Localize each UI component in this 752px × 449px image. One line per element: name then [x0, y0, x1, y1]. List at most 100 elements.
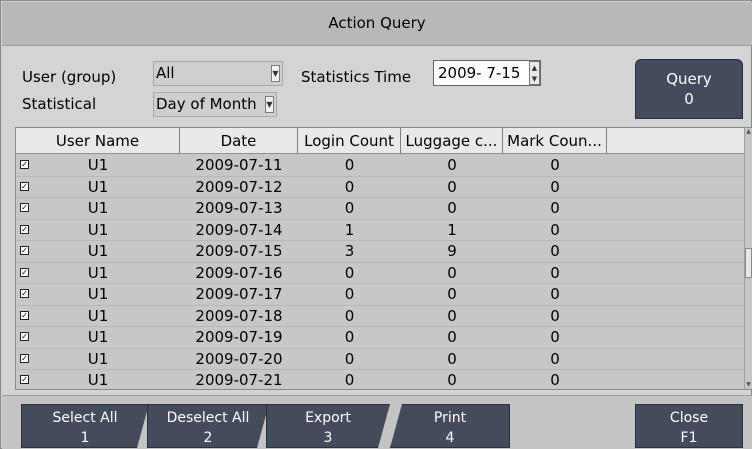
- cell-luggage-count: 9: [447, 242, 457, 260]
- table-row[interactable]: ✓ U1 2009-07-17 0 0 0: [16, 284, 746, 306]
- table-row[interactable]: ✓ U1 2009-07-11 0 0 0: [16, 155, 746, 177]
- cell-user-name: U1: [87, 220, 109, 239]
- table-row[interactable]: ✓ U1 2009-07-18 0 0 0: [16, 306, 746, 327]
- cell-date: 2009-07-17: [195, 285, 283, 303]
- column-header-mark-count[interactable]: Mark Coun...: [503, 128, 607, 154]
- cell-mark-count: 0: [550, 156, 560, 174]
- export-key: 3: [323, 430, 333, 446]
- statistical-value: Day of Month: [156, 95, 257, 113]
- cell-luggage-count: 0: [447, 371, 457, 389]
- table-row[interactable]: ✓ U1 2009-07-16 0 0 0: [16, 263, 746, 284]
- cell-login-count: 1: [344, 220, 355, 239]
- cell-user-name: U1: [87, 371, 109, 389]
- cell-mark-count: 0: [550, 177, 560, 196]
- cell-mark-count: 0: [550, 371, 560, 389]
- cell-luggage-count: 0: [447, 349, 457, 368]
- cell-user-name: U1: [87, 306, 109, 325]
- column-header-login-count[interactable]: Login Count: [298, 128, 401, 154]
- cell-mark-count: 0: [550, 306, 560, 325]
- cell-user-name: U1: [87, 285, 109, 303]
- vertical-scrollbar[interactable]: ▲ ▼: [744, 128, 752, 389]
- query-button-label: Query: [666, 70, 712, 88]
- cell-mark-count: 0: [550, 199, 560, 217]
- column-header-user-name[interactable]: User Name: [16, 128, 180, 154]
- table-row[interactable]: ✓ U1 2009-07-13 0 0 0: [16, 198, 746, 220]
- print-label: Print: [433, 410, 467, 426]
- cell-login-count: 0: [344, 177, 355, 196]
- statistics-time-value: 2009- 7-15: [438, 64, 521, 82]
- cell-user-name: U1: [87, 328, 109, 346]
- spin-down-icon[interactable]: ▼: [531, 74, 538, 84]
- cell-date: 2009-07-16: [195, 263, 283, 282]
- cell-login-count: 0: [344, 328, 355, 346]
- print-button[interactable]: Print 4: [390, 404, 510, 448]
- cell-date: 2009-07-12: [195, 177, 283, 196]
- statistical-select[interactable]: Day of Month ▼: [153, 92, 277, 117]
- dropdown-arrow-icon[interactable]: ▼: [265, 96, 274, 113]
- query-button[interactable]: Query 0: [635, 59, 743, 119]
- statistics-time-input[interactable]: 2009- 7-15: [433, 60, 541, 86]
- cell-mark-count: 0: [550, 220, 560, 239]
- deselect-all-key: 2: [203, 430, 213, 446]
- cell-mark-count: 0: [550, 242, 560, 260]
- cell-login-count: 0: [344, 371, 355, 389]
- select-all-button[interactable]: Select All 1: [21, 404, 149, 448]
- cell-luggage-count: 0: [447, 263, 457, 282]
- print-key: 4: [445, 430, 455, 446]
- cell-date: 2009-07-14: [195, 220, 283, 239]
- title-bar: Action Query: [2, 2, 752, 46]
- spin-up-icon[interactable]: ▲: [531, 63, 538, 73]
- close-label: Close: [669, 410, 709, 426]
- cell-luggage-count: 0: [447, 199, 457, 217]
- cell-user-name: U1: [87, 242, 109, 260]
- cell-mark-count: 0: [550, 285, 560, 303]
- cell-login-count: 0: [344, 285, 355, 303]
- cell-date: 2009-07-11: [195, 156, 283, 174]
- cell-date: 2009-07-20: [195, 349, 283, 368]
- cell-luggage-count: 0: [447, 285, 457, 303]
- column-header-date[interactable]: Date: [180, 128, 298, 154]
- user-group-label: User (group): [22, 68, 117, 86]
- scrollbar-thumb[interactable]: [745, 248, 752, 278]
- user-group-select[interactable]: All ▼: [153, 61, 283, 86]
- cell-login-count: 0: [344, 263, 355, 282]
- scroll-down-icon[interactable]: ▼: [745, 381, 752, 389]
- table-row[interactable]: ✓ U1 2009-07-15 3 9 0: [16, 241, 746, 263]
- cell-date: 2009-07-21: [195, 371, 283, 389]
- dropdown-arrow-icon[interactable]: ▼: [271, 65, 280, 82]
- table-row[interactable]: ✓ U1 2009-07-19 0 0 0: [16, 327, 746, 349]
- cell-luggage-count: 0: [447, 177, 457, 196]
- deselect-all-label: Deselect All: [166, 410, 250, 426]
- cell-user-name: U1: [87, 349, 109, 368]
- deselect-all-button[interactable]: Deselect All 2: [147, 404, 269, 448]
- close-key: F1: [680, 430, 698, 446]
- cell-login-count: 0: [344, 349, 355, 368]
- query-button-key: 0: [684, 90, 694, 108]
- table-row[interactable]: ✓ U1 2009-07-21 0 0 0: [16, 370, 746, 389]
- cell-mark-count: 0: [550, 328, 560, 346]
- export-button[interactable]: Export 3: [266, 404, 390, 448]
- statistical-label: Statistical: [22, 95, 97, 113]
- select-all-label: Select All: [52, 410, 118, 426]
- table-body: ✓ U1 2009-07-11 0 0 0 ✓ U1 2009-07-12 0 0 0 ✓ U1 2009-…: [16, 155, 746, 389]
- user-group-value: All: [156, 64, 175, 82]
- cell-luggage-count: 0: [447, 328, 457, 346]
- table-row[interactable]: ✓ U1 2009-07-20 0 0 0: [16, 349, 746, 370]
- cell-date: 2009-07-15: [195, 242, 283, 260]
- close-button[interactable]: Close F1: [635, 404, 743, 448]
- action-query-window: Action Query User (group) All ▼ Statisti…: [0, 0, 752, 449]
- table-row[interactable]: ✓ U1 2009-07-12 0 0 0: [16, 177, 746, 198]
- cell-date: 2009-07-18: [195, 306, 283, 325]
- cell-login-count: 0: [344, 156, 355, 174]
- table-row[interactable]: ✓ U1 2009-07-14 1 1 0: [16, 220, 746, 241]
- cell-luggage-count: 0: [447, 306, 457, 325]
- cell-mark-count: 0: [550, 349, 560, 368]
- cell-user-name: U1: [87, 177, 109, 196]
- date-spinner[interactable]: ▲ ▼: [529, 61, 540, 85]
- scroll-up-icon[interactable]: ▲: [745, 128, 752, 136]
- cell-date: 2009-07-13: [195, 199, 283, 217]
- cell-login-count: 0: [344, 199, 355, 217]
- cell-user-name: U1: [87, 156, 109, 174]
- cell-luggage-count: 1: [447, 220, 457, 239]
- column-header-luggage-count[interactable]: Luggage c...: [401, 128, 503, 154]
